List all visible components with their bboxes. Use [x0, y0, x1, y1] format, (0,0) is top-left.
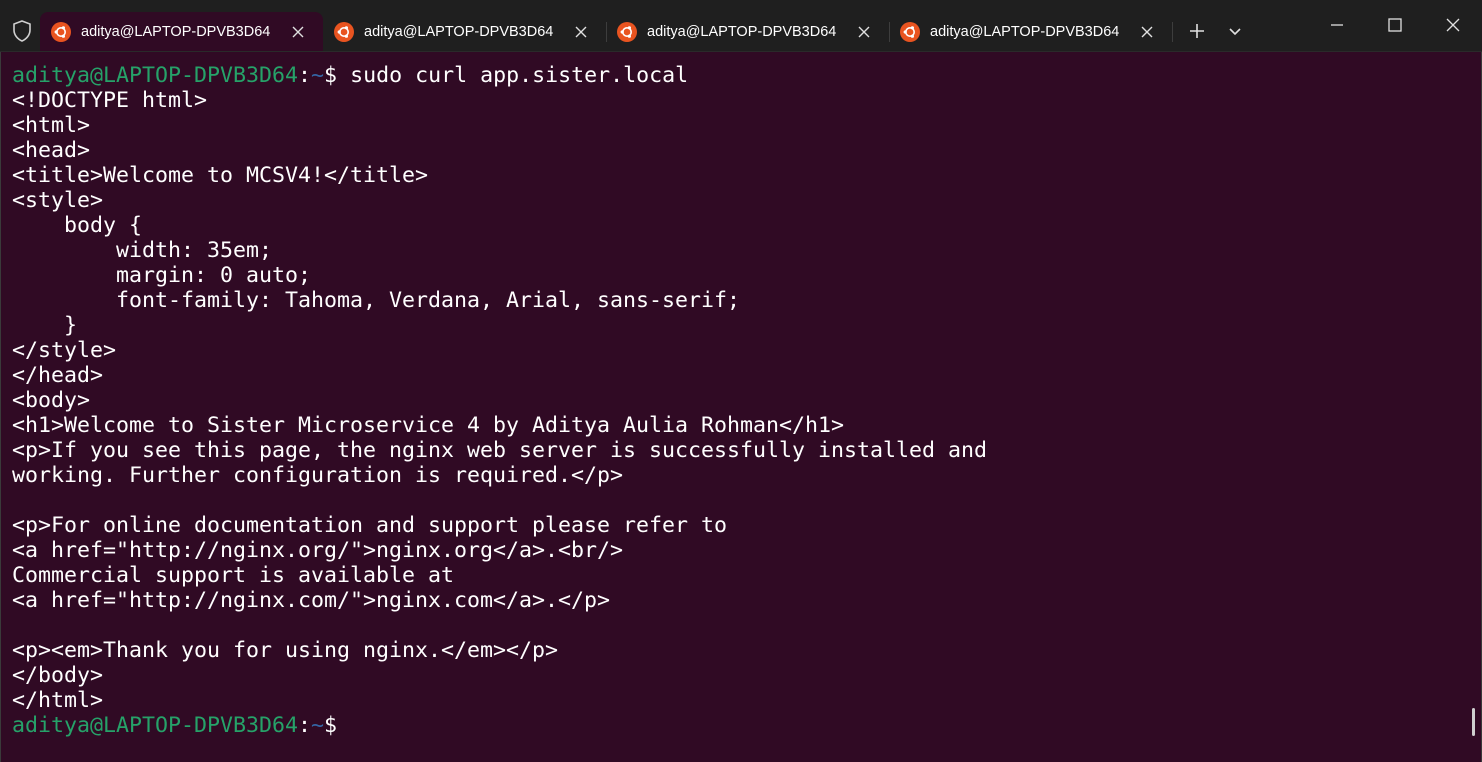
- prompt-dollar: $: [324, 713, 338, 738]
- output-line: width: 35em;: [12, 238, 273, 263]
- output-line: </html>: [12, 688, 104, 713]
- tab-title: aditya@LAPTOP-DPVB3D64: [364, 23, 554, 40]
- close-tab-icon[interactable]: [573, 24, 589, 40]
- output-line: <head>: [12, 138, 91, 163]
- close-tab-icon[interactable]: [1139, 24, 1155, 40]
- tab-separator: [1172, 22, 1173, 42]
- prompt-user-host: aditya@LAPTOP-DPVB3D64: [12, 713, 299, 738]
- output-line: <a href="http://nginx.com/">nginx.com</a…: [12, 588, 611, 613]
- minimize-icon[interactable]: [1326, 14, 1348, 36]
- tab-title: aditya@LAPTOP-DPVB3D64: [647, 23, 837, 40]
- close-tab-icon[interactable]: [290, 24, 306, 40]
- ubuntu-icon: [334, 21, 354, 42]
- close-tab-icon[interactable]: [856, 24, 872, 40]
- output-line: Commercial support is available at: [12, 563, 455, 588]
- prompt-path: ~: [311, 713, 325, 738]
- plus-icon[interactable]: [1186, 20, 1208, 42]
- shield-icon[interactable]: [10, 19, 34, 43]
- output-line: <title>Welcome to MCSV4!</title>: [12, 163, 429, 188]
- output-line: <style>: [12, 188, 104, 213]
- terminal-window: aditya@LAPTOP-DPVB3D64 aditya@LAPTOP-DPV…: [0, 0, 1482, 762]
- maximize-icon[interactable]: [1384, 14, 1406, 36]
- output-line: working. Further configuration is requir…: [12, 463, 624, 488]
- command-line: aditya@LAPTOP-DPVB3D64:~$ sudo curl app.…: [12, 63, 1481, 88]
- tab-4[interactable]: aditya@LAPTOP-DPVB3D64: [889, 12, 1172, 51]
- output-line: <h1>Welcome to Sister Microservice 4 by …: [12, 413, 845, 438]
- output-line: font-family: Tahoma, Verdana, Arial, san…: [12, 288, 741, 313]
- output-line: <p>For online documentation and support …: [12, 513, 728, 538]
- ubuntu-icon: [900, 21, 920, 42]
- output-line: <!DOCTYPE html>: [12, 88, 208, 113]
- ubuntu-icon: [51, 21, 71, 42]
- tab-2[interactable]: aditya@LAPTOP-DPVB3D64: [323, 12, 606, 51]
- scrollbar-thumb[interactable]: [1472, 708, 1475, 736]
- tab-1[interactable]: aditya@LAPTOP-DPVB3D64: [40, 12, 323, 51]
- prompt-dollar: $: [324, 63, 338, 88]
- prompt-colon: :: [298, 713, 312, 738]
- output-line: <html>: [12, 113, 91, 138]
- prompt-colon: :: [298, 63, 312, 88]
- prompt-user-host: aditya@LAPTOP-DPVB3D64: [12, 63, 299, 88]
- ubuntu-icon: [617, 21, 637, 42]
- output-line: </body>: [12, 663, 104, 688]
- output-line: <body>: [12, 388, 91, 413]
- output-line: <p><em>Thank you for using nginx.</em></…: [12, 638, 559, 663]
- command-text: sudo curl app.sister.local: [337, 63, 689, 88]
- terminal-output[interactable]: aditya@LAPTOP-DPVB3D64:~$ sudo curl app.…: [0, 52, 1482, 762]
- final-prompt-line: aditya@LAPTOP-DPVB3D64:~$: [12, 713, 1481, 738]
- output-line: <p>If you see this page, the nginx web s…: [12, 438, 988, 463]
- prompt-path: ~: [311, 63, 325, 88]
- tab-bar: aditya@LAPTOP-DPVB3D64 aditya@LAPTOP-DPV…: [0, 0, 1482, 52]
- output-line: </head>: [12, 363, 104, 388]
- output-line: </style>: [12, 338, 117, 363]
- output-line: <a href="http://nginx.org/">nginx.org</a…: [12, 538, 624, 563]
- output-line: body {: [12, 213, 143, 238]
- tab-title: aditya@LAPTOP-DPVB3D64: [930, 23, 1120, 40]
- chevron-down-icon[interactable]: [1226, 22, 1244, 40]
- tab-title: aditya@LAPTOP-DPVB3D64: [81, 23, 271, 40]
- tab-3[interactable]: aditya@LAPTOP-DPVB3D64: [606, 12, 889, 51]
- output-line: margin: 0 auto;: [12, 263, 312, 288]
- close-icon[interactable]: [1442, 14, 1464, 36]
- output-line: }: [12, 313, 78, 338]
